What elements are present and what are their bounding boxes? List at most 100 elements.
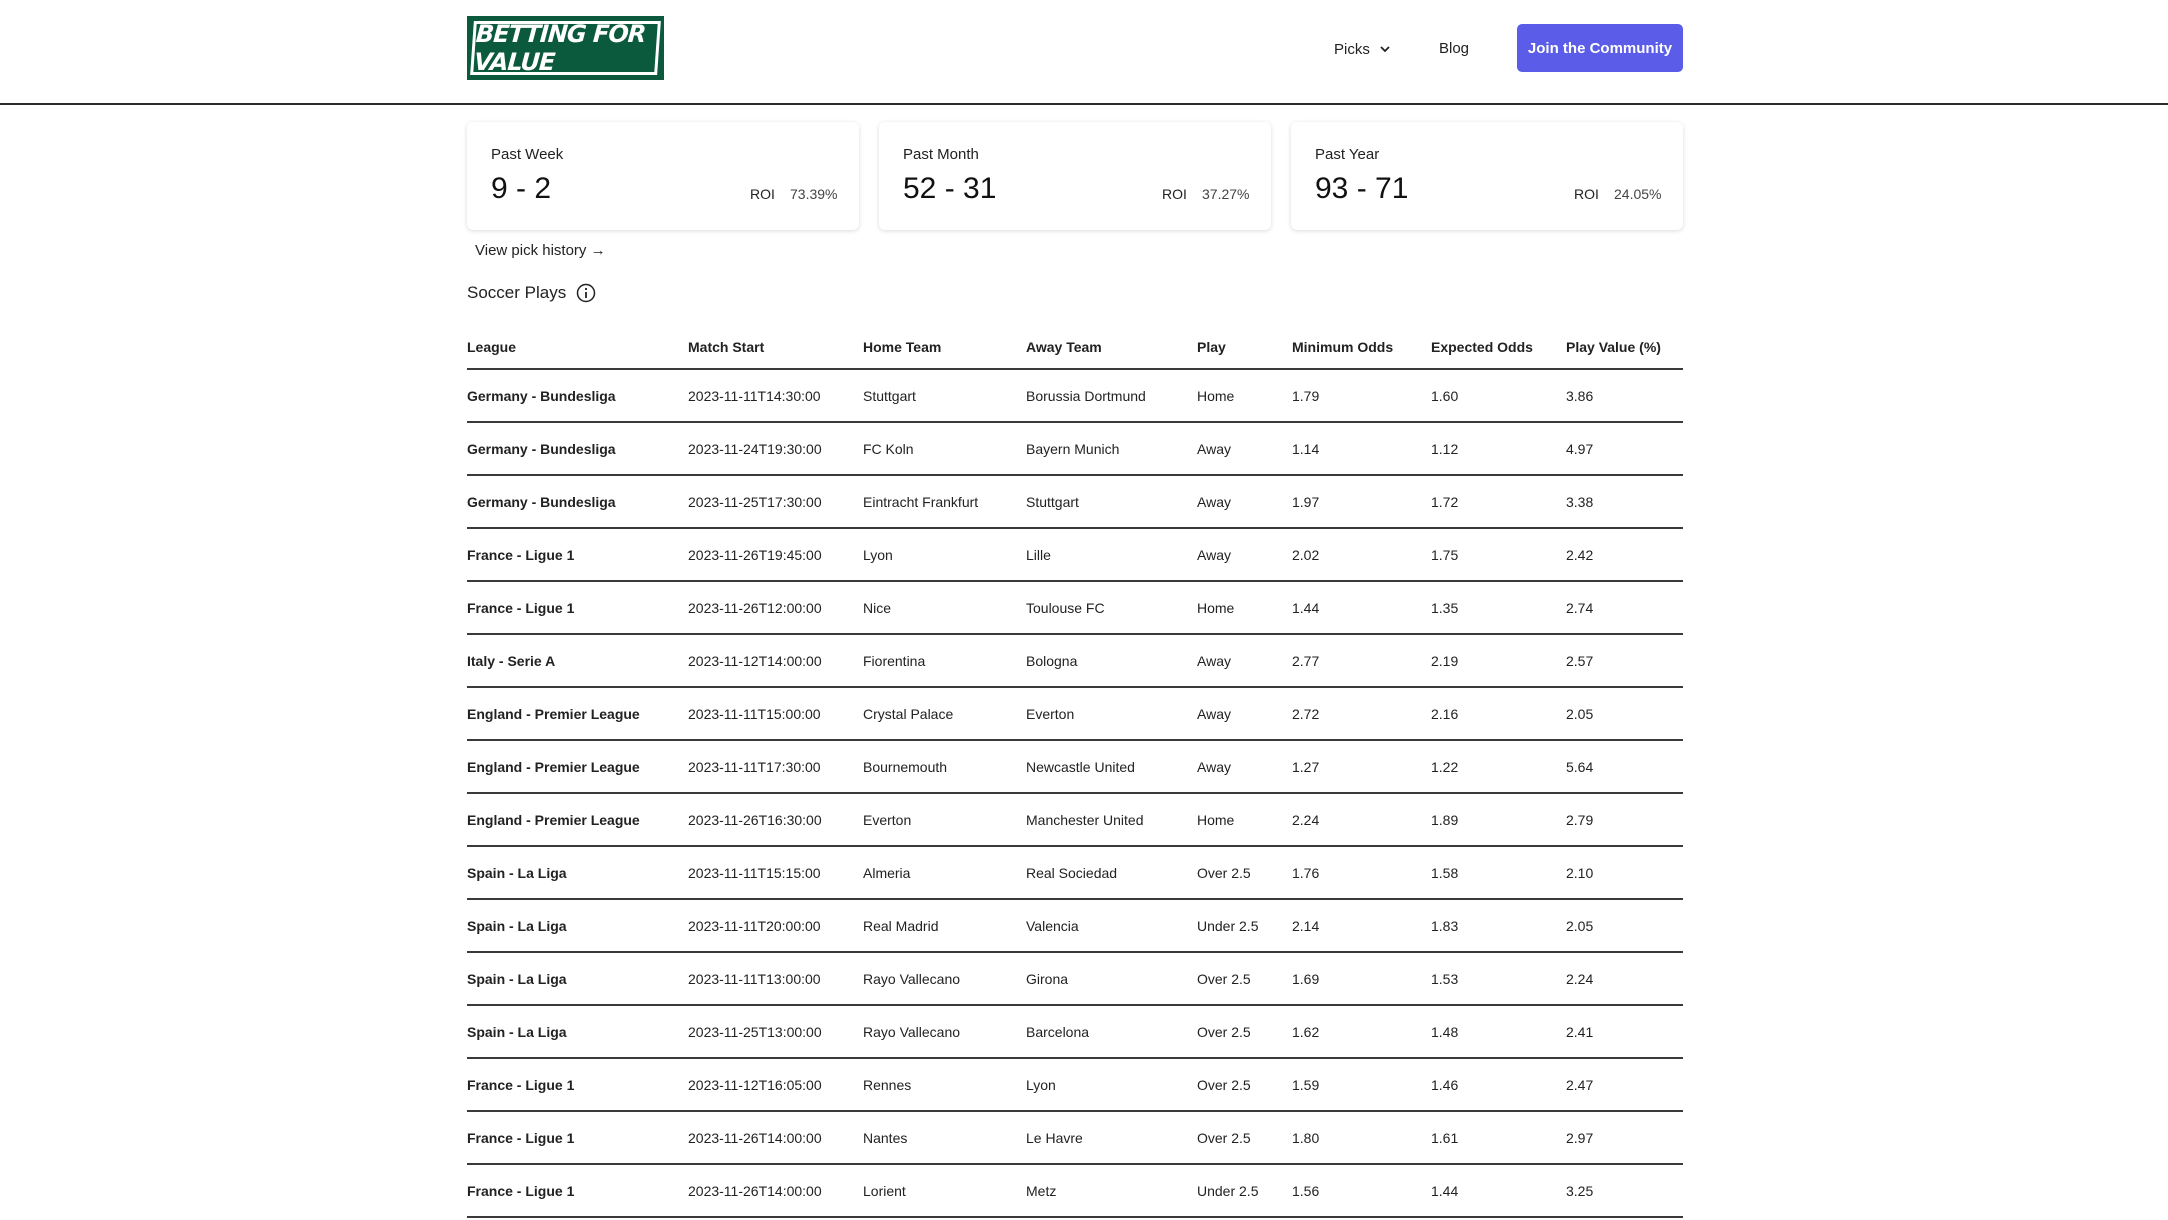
cell-play: Home xyxy=(1197,581,1292,635)
cell-play: Over 2.5 xyxy=(1197,846,1292,900)
cell-play: Away xyxy=(1197,422,1292,476)
cell-minimum-odds: 2.24 xyxy=(1292,793,1431,847)
cell-expected-odds: 1.72 xyxy=(1431,475,1566,529)
nav-picks-dropdown[interactable]: Picks xyxy=(1334,38,1392,60)
cell-away-team: Bologna xyxy=(1026,634,1197,688)
cell-home-team: Almeria xyxy=(863,846,1026,900)
cell-match-start: 2023-11-24T19:30:00 xyxy=(688,422,863,476)
col-header-minimum-odds: Minimum Odds xyxy=(1292,326,1431,370)
cell-expected-odds: 1.22 xyxy=(1431,740,1566,794)
cell-away-team: Metz xyxy=(1026,1164,1197,1218)
cell-play-value: 2.05 xyxy=(1566,687,1683,741)
cell-minimum-odds: 2.02 xyxy=(1292,528,1431,582)
cell-play-value: 2.79 xyxy=(1566,793,1683,847)
cell-match-start: 2023-11-11T13:00:00 xyxy=(688,952,863,1006)
cell-away-team: Valencia xyxy=(1026,899,1197,953)
cell-expected-odds: 1.58 xyxy=(1431,846,1566,900)
cell-expected-odds: 2.19 xyxy=(1431,634,1566,688)
cell-minimum-odds: 1.44 xyxy=(1292,581,1431,635)
cell-match-start: 2023-11-25T17:30:00 xyxy=(688,475,863,529)
logo-text: Betting for Value xyxy=(470,20,661,76)
cell-home-team: Nice xyxy=(863,581,1026,635)
cell-expected-odds: 1.44 xyxy=(1431,1164,1566,1218)
roi-label: ROI xyxy=(1162,186,1187,202)
cell-away-team: Borussia Dortmund xyxy=(1026,369,1197,423)
cell-play-value: 2.05 xyxy=(1566,899,1683,953)
info-icon[interactable] xyxy=(576,283,596,303)
cell-play-value: 2.10 xyxy=(1566,846,1683,900)
col-header-home-team: Home Team xyxy=(863,326,1026,370)
cell-home-team: Stuttgart xyxy=(863,369,1026,423)
cell-home-team: Lorient xyxy=(863,1164,1026,1218)
cell-away-team: Stuttgart xyxy=(1026,475,1197,529)
table-row: France - Ligue 1 2023-11-26T14:00:00 Nante… xyxy=(467,1111,1683,1165)
cell-expected-odds: 1.89 xyxy=(1431,793,1566,847)
nav-picks-label: Picks xyxy=(1334,40,1370,58)
cell-play-value: 2.42 xyxy=(1566,528,1683,582)
cell-away-team: Girona xyxy=(1026,952,1197,1006)
cell-home-team: Rayo Vallecano xyxy=(863,1005,1026,1059)
nav-blog-link[interactable]: Blog xyxy=(1439,38,1469,60)
cell-expected-odds: 1.46 xyxy=(1431,1058,1566,1112)
cell-play: Over 2.5 xyxy=(1197,1058,1292,1112)
cell-league: France - Ligue 1 xyxy=(467,528,688,582)
roi-label: ROI xyxy=(1574,186,1599,202)
section-title: Soccer Plays xyxy=(467,283,567,302)
table-header-row: League Match Start Home Team Away Team P… xyxy=(467,326,1683,370)
cell-minimum-odds: 1.97 xyxy=(1292,475,1431,529)
cell-minimum-odds: 1.69 xyxy=(1292,952,1431,1006)
cell-away-team: Everton xyxy=(1026,687,1197,741)
join-community-button[interactable]: Join the Community xyxy=(1517,24,1683,72)
cell-match-start: 2023-11-11T15:15:00 xyxy=(688,846,863,900)
cell-home-team: Lyon xyxy=(863,528,1026,582)
cell-match-start: 2023-11-11T15:00:00 xyxy=(688,687,863,741)
stat-label: Past Year xyxy=(1315,146,1380,163)
stat-label: Past Week xyxy=(491,146,564,163)
cell-league: Spain - La Liga xyxy=(467,899,688,953)
cell-minimum-odds: 1.79 xyxy=(1292,369,1431,423)
cell-league: Spain - La Liga xyxy=(467,846,688,900)
soccer-plays-table: League Match Start Home Team Away Team P… xyxy=(467,326,1683,1218)
cell-play: Away xyxy=(1197,740,1292,794)
table-row: Italy - Serie A 2023-11-12T14:00:00 Fioren… xyxy=(467,634,1683,688)
col-header-expected-odds: Expected Odds xyxy=(1431,326,1566,370)
stat-card-past-year: Past Year 93 - 71 ROI 24.05% xyxy=(1291,122,1683,230)
cell-match-start: 2023-11-25T13:00:00 xyxy=(688,1005,863,1059)
cell-expected-odds: 1.35 xyxy=(1431,581,1566,635)
cell-match-start: 2023-11-26T14:00:00 xyxy=(688,1164,863,1218)
cell-away-team: Newcastle United xyxy=(1026,740,1197,794)
stat-record: 52 - 31 xyxy=(903,172,997,205)
cell-home-team: Rennes xyxy=(863,1058,1026,1112)
cell-away-team: Manchester United xyxy=(1026,793,1197,847)
cell-match-start: 2023-11-12T14:00:00 xyxy=(688,634,863,688)
cell-away-team: Real Sociedad xyxy=(1026,846,1197,900)
view-pick-history-link[interactable]: View pick history → xyxy=(475,242,606,259)
cell-away-team: Lyon xyxy=(1026,1058,1197,1112)
table-row: Spain - La Liga 2023-11-11T20:00:00 Real M… xyxy=(467,899,1683,953)
cell-play-value: 3.86 xyxy=(1566,369,1683,423)
cell-play: Away xyxy=(1197,634,1292,688)
cell-expected-odds: 1.53 xyxy=(1431,952,1566,1006)
cell-play: Under 2.5 xyxy=(1197,899,1292,953)
roi-label: ROI xyxy=(750,186,775,202)
cell-league: France - Ligue 1 xyxy=(467,581,688,635)
cell-expected-odds: 1.61 xyxy=(1431,1111,1566,1165)
cell-expected-odds: 1.75 xyxy=(1431,528,1566,582)
cell-league: England - Premier League xyxy=(467,740,688,794)
site-logo[interactable]: Betting for Value xyxy=(467,16,664,80)
roi-value: 73.39% xyxy=(790,186,838,202)
table-row: Germany - Bundesliga 2023-11-11T14:30:00 S… xyxy=(467,369,1683,423)
cell-league: France - Ligue 1 xyxy=(467,1058,688,1112)
cell-minimum-odds: 2.14 xyxy=(1292,899,1431,953)
cell-minimum-odds: 1.56 xyxy=(1292,1164,1431,1218)
cell-minimum-odds: 1.76 xyxy=(1292,846,1431,900)
cell-match-start: 2023-11-12T16:05:00 xyxy=(688,1058,863,1112)
chevron-down-icon xyxy=(1380,46,1390,53)
cell-league: Spain - La Liga xyxy=(467,952,688,1006)
cell-match-start: 2023-11-26T14:00:00 xyxy=(688,1111,863,1165)
cell-home-team: Everton xyxy=(863,793,1026,847)
cell-home-team: FC Koln xyxy=(863,422,1026,476)
cell-play-value: 4.97 xyxy=(1566,422,1683,476)
table-row: Germany - Bundesliga 2023-11-24T19:30:00 F… xyxy=(467,422,1683,476)
table-row: Spain - La Liga 2023-11-11T15:15:00 Almeri… xyxy=(467,846,1683,900)
